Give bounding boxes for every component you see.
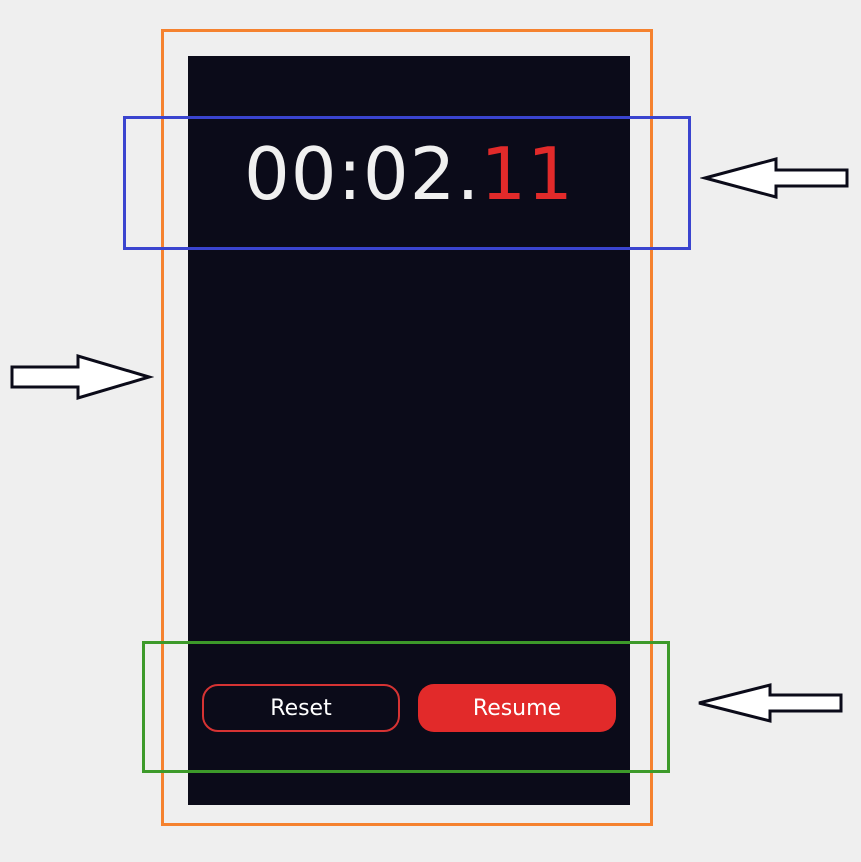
arrow-left-icon (700, 157, 849, 199)
arrow-left-icon (698, 683, 843, 723)
annotation-box-time-display (123, 116, 691, 250)
arrow-right-icon (10, 353, 154, 401)
annotation-box-controls (142, 641, 670, 773)
